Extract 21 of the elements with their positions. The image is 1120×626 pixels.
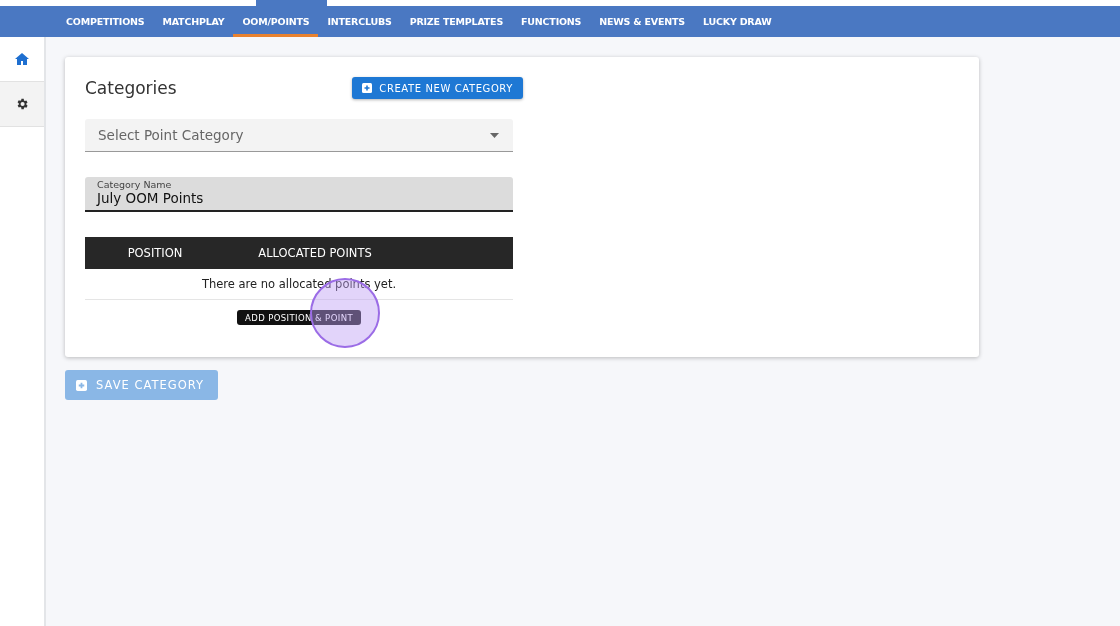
home-icon	[15, 53, 29, 65]
card-title: Categories	[85, 78, 177, 98]
nav-tab[interactable]: PRIZE TEMPLATES	[400, 6, 513, 37]
settings-icon	[15, 97, 29, 111]
point-category-select[interactable]: Select Point Category	[85, 119, 513, 152]
add-position-point-button[interactable]: ADD POSITION & POINT	[237, 310, 361, 325]
nav-tab[interactable]: NEWS & EVENTS	[590, 6, 694, 37]
plus-icon	[362, 83, 373, 93]
dropdown-caret-icon	[490, 132, 499, 138]
create-category-button[interactable]: CREATE NEW CATEGORY	[352, 77, 523, 99]
category-name-field[interactable]: Category Name July OOM Points	[85, 177, 513, 212]
column-header: POSITION	[126, 246, 184, 260]
sidebar-item[interactable]	[0, 82, 44, 127]
nav-tab[interactable]: OOM/POINTS	[233, 6, 319, 37]
plus-icon	[76, 379, 87, 391]
nav-tab[interactable]: MATCHPLAY	[153, 6, 234, 37]
nav-tab[interactable]: INTERCLUBS	[318, 6, 401, 37]
column-header: ALLOCATED POINTS	[257, 246, 373, 260]
nav-tab[interactable]: COMPETITIONS	[57, 6, 154, 37]
nav-tab[interactable]: LUCKY DRAW	[693, 6, 781, 37]
nav-tab[interactable]: FUNCTIONS	[512, 6, 591, 37]
